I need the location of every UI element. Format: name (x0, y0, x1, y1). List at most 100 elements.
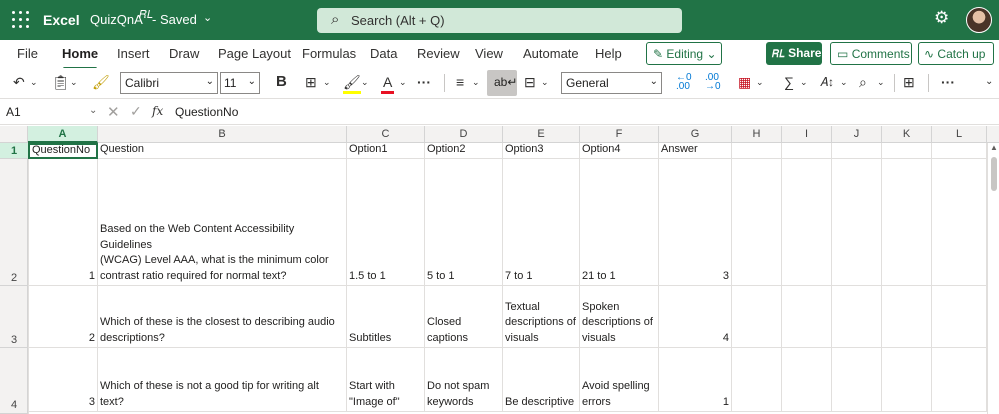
row-header-3[interactable]: 3 (0, 286, 28, 348)
undo-icon[interactable]: ↶ (13, 73, 25, 91)
column-header-a[interactable]: A (28, 126, 98, 143)
scroll-up-icon[interactable]: ▲ (990, 143, 998, 152)
sum-icon[interactable]: ∑ (784, 73, 794, 91)
menu-page-layout[interactable]: Page Layout (218, 46, 291, 61)
cell-empty[interactable] (732, 286, 782, 348)
cell-g2[interactable]: 3 (659, 159, 732, 286)
cell-empty[interactable] (782, 143, 832, 159)
fill-color-icon[interactable]: 🖌︎ (343, 73, 361, 94)
cell-empty[interactable] (882, 159, 932, 286)
align-icon[interactable]: ≡ (456, 73, 464, 91)
column-header-j[interactable]: J (832, 126, 882, 143)
chevron-down-icon[interactable]: ⌄ (756, 73, 764, 91)
cell-empty[interactable] (732, 348, 782, 412)
font-size-select[interactable]: 11 ⌄ (220, 72, 260, 94)
cell-empty[interactable] (882, 286, 932, 348)
column-header-d[interactable]: D (425, 126, 503, 143)
search-box[interactable]: ⌕ Search (Alt + Q) (317, 8, 682, 33)
cell-e2[interactable]: 7 to 1 (503, 159, 580, 286)
chevron-down-icon[interactable]: ⌄ (30, 73, 38, 91)
row-header-2[interactable]: 2 (0, 159, 28, 286)
sort-filter-icon[interactable]: 𝐴↕ (820, 73, 834, 91)
cell-empty[interactable] (732, 143, 782, 159)
menu-insert[interactable]: Insert (117, 46, 150, 61)
cell-f2[interactable]: 21 to 1 (580, 159, 659, 286)
cell-a1[interactable]: QuestionNo (28, 143, 98, 159)
cell-empty[interactable] (782, 348, 832, 412)
merge-icon[interactable]: ⊟ (524, 73, 536, 91)
cell-c2[interactable]: 1.5 to 1 (347, 159, 425, 286)
chevron-down-icon[interactable]: ⌄ (203, 11, 212, 24)
column-header-i[interactable]: I (782, 126, 832, 143)
cell-empty[interactable] (832, 348, 882, 412)
formula-input[interactable]: QuestionNo (175, 105, 238, 119)
chevron-down-icon[interactable]: ⌄ (323, 73, 331, 91)
chevron-down-icon[interactable]: ⌄ (89, 105, 97, 116)
cell-b3[interactable]: Which of these is the closest to describ… (98, 286, 347, 348)
menu-data[interactable]: Data (370, 46, 397, 61)
cell-f4[interactable]: Avoid spelling errors (580, 348, 659, 412)
menu-draw[interactable]: Draw (169, 46, 199, 61)
chevron-down-icon[interactable]: ⌄ (361, 73, 369, 91)
chevron-down-icon[interactable]: ⌄ (472, 73, 480, 91)
function-icon[interactable]: fx (152, 104, 163, 118)
analyze-data-icon[interactable]: ⊞ (903, 73, 915, 91)
gear-icon[interactable]: ⚙ (934, 8, 949, 28)
column-header-h[interactable]: H (732, 126, 782, 143)
cell-e1[interactable]: Option3 (503, 143, 580, 159)
cell-empty[interactable] (932, 143, 987, 159)
app-name[interactable]: Excel (43, 12, 80, 28)
format-painter-icon[interactable]: 🖌︎ (92, 73, 110, 91)
cell-e3[interactable]: Textual descriptions of visuals (503, 286, 580, 348)
cell-e4[interactable]: Be descriptive (503, 348, 580, 412)
conditional-format-icon[interactable]: ▦ (738, 73, 751, 91)
decrease-decimal-icon[interactable]: .00 →0 (705, 73, 721, 92)
column-header-e[interactable]: E (503, 126, 580, 143)
wrap-text-button[interactable]: ab↵ (487, 70, 517, 96)
borders-icon[interactable]: ⊞ (305, 73, 317, 91)
cell-g3[interactable]: 4 (659, 286, 732, 348)
cell-a3[interactable]: 2 (28, 286, 98, 348)
cell-d1[interactable]: Option2 (425, 143, 503, 159)
menu-review[interactable]: Review (417, 46, 460, 61)
cell-empty[interactable] (932, 159, 987, 286)
close-icon[interactable]: ✕ (107, 103, 120, 121)
chevron-down-icon[interactable]: ⌄ (800, 73, 808, 91)
chevron-down-icon[interactable]: ⌄ (70, 73, 78, 91)
cell-b4[interactable]: Which of these is not a good tip for wri… (98, 348, 347, 412)
column-header-f[interactable]: F (580, 126, 659, 143)
menu-home[interactable]: Home (62, 46, 98, 70)
more-commands-icon[interactable]: ··· (941, 73, 955, 91)
chevron-down-icon[interactable]: ⌄ (541, 73, 549, 91)
cell-d4[interactable]: Do not spam keywords (425, 348, 503, 412)
column-header-l[interactable]: L (932, 126, 987, 143)
cell-empty[interactable] (832, 286, 882, 348)
cell-empty[interactable] (932, 286, 987, 348)
column-header-c[interactable]: C (347, 126, 425, 143)
cell-empty[interactable] (782, 159, 832, 286)
cell-d2[interactable]: 5 to 1 (425, 159, 503, 286)
comments-button[interactable]: ▭ Comments (830, 42, 912, 65)
chevron-down-icon[interactable]: ⌄ (985, 73, 993, 91)
cell-c3[interactable]: Subtitles (347, 286, 425, 348)
checkmark-icon[interactable]: ✓ (130, 103, 142, 120)
cell-a2[interactable]: 1 (28, 159, 98, 286)
share-button[interactable]: 𝑅𝐿 Share (766, 42, 822, 65)
font-color-icon[interactable]: A (381, 73, 395, 94)
number-format-select[interactable]: General ⌄ (561, 72, 662, 94)
cell-b2[interactable]: Based on the Web Content Accessibility G… (98, 159, 347, 286)
cell-b1[interactable]: Question (98, 143, 347, 159)
column-header-g[interactable]: G (659, 126, 732, 143)
menu-formulas[interactable]: Formulas (302, 46, 356, 61)
increase-decimal-icon[interactable]: ←0.00 (676, 73, 692, 92)
menu-file[interactable]: File (17, 46, 38, 61)
row-header-1[interactable]: 1 (0, 143, 28, 159)
cell-c4[interactable]: Start with "Image of" (347, 348, 425, 412)
cell-d3[interactable]: Closed captions (425, 286, 503, 348)
cell-empty[interactable] (932, 348, 987, 412)
cell-empty[interactable] (732, 159, 782, 286)
catch-up-button[interactable]: ∿ Catch up (918, 42, 994, 65)
select-all-corner[interactable] (0, 126, 28, 143)
cell-empty[interactable] (832, 159, 882, 286)
document-name[interactable]: QuizQnA (90, 12, 143, 27)
